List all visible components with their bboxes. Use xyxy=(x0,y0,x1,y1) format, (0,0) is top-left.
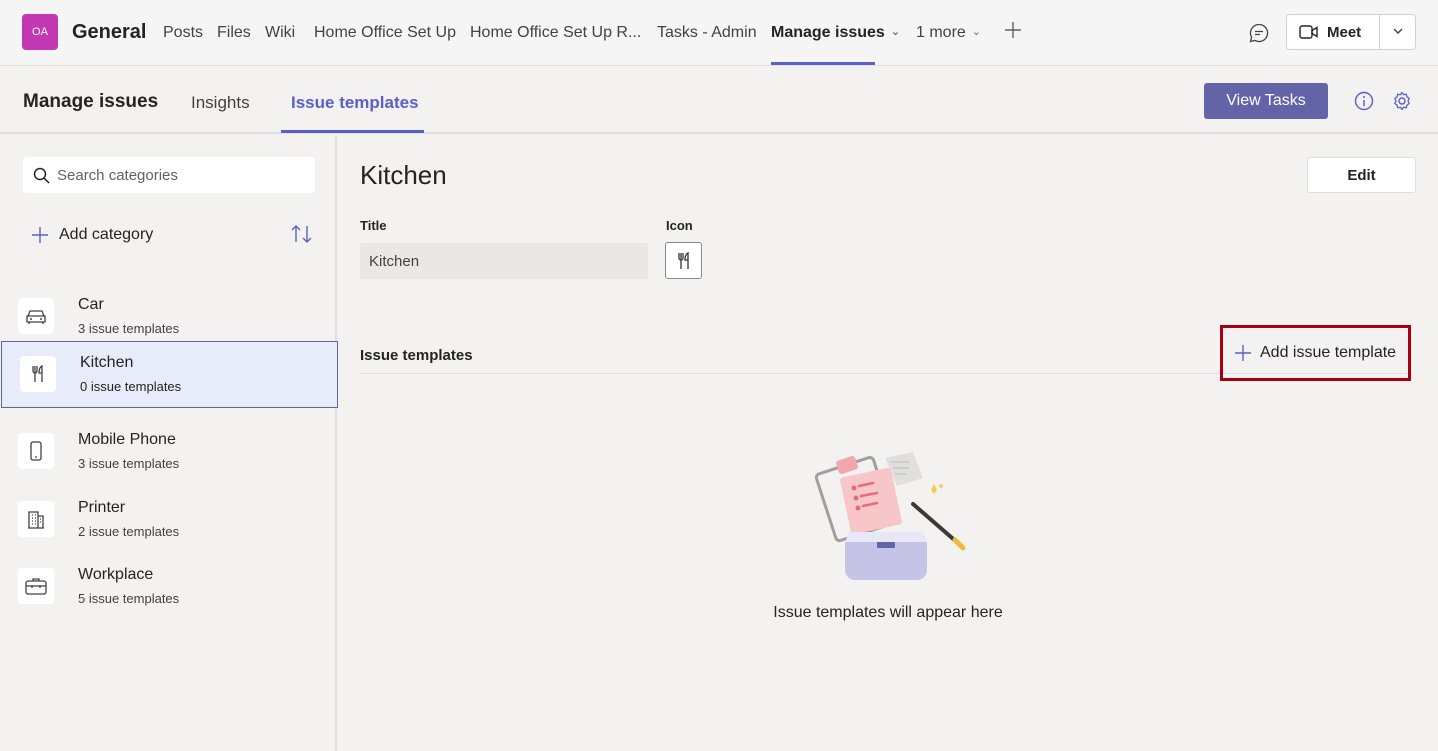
tab-manage-issues-label: Manage issues xyxy=(771,24,885,41)
gear-icon[interactable] xyxy=(1391,90,1413,112)
channel-name: General xyxy=(72,21,147,43)
active-tab-indicator xyxy=(281,130,424,133)
title-field: Kitchen xyxy=(360,243,648,279)
phone-icon xyxy=(18,433,54,469)
chevron-down-icon: ⌄ xyxy=(971,26,982,38)
category-name: Kitchen xyxy=(80,354,134,371)
category-name: Printer xyxy=(78,499,126,516)
search-icon xyxy=(33,167,50,184)
tab-files[interactable]: Files xyxy=(217,24,251,42)
app-header: Manage issues Insights Issue templates V… xyxy=(0,66,1438,134)
category-name: Car xyxy=(78,296,104,313)
category-item-printer[interactable]: Printer 2 issue templates xyxy=(0,487,337,554)
tab-more-label: 1 more xyxy=(916,24,966,41)
meet-divider xyxy=(1379,15,1380,49)
category-item-kitchen[interactable]: Kitchen 0 issue templates xyxy=(1,341,338,408)
app-title: Manage issues xyxy=(23,91,159,112)
category-item-workplace[interactable]: Workplace 5 issue templates xyxy=(0,554,337,621)
tab-tasks-admin[interactable]: Tasks - Admin xyxy=(657,24,757,42)
empty-state-text: Issue templates will appear here xyxy=(773,604,1003,621)
edit-button[interactable]: Edit xyxy=(1307,157,1416,193)
tab-insights[interactable]: Insights xyxy=(191,93,250,113)
building-icon xyxy=(18,501,54,537)
icon-field-label: Icon xyxy=(666,218,693,233)
category-item-mobile-phone[interactable]: Mobile Phone 3 issue templates xyxy=(0,419,337,486)
meet-label: Meet xyxy=(1327,24,1362,41)
add-category-label: Add category xyxy=(59,226,154,243)
title-field-label: Title xyxy=(360,218,387,233)
active-tab-indicator xyxy=(771,62,875,65)
category-count: 3 issue templates xyxy=(78,456,180,471)
category-count: 2 issue templates xyxy=(78,524,180,539)
add-issue-template-label: Add issue template xyxy=(1260,344,1397,361)
briefcase-icon xyxy=(18,568,54,604)
category-sidebar: Add category Car 3 issue templates Kitch… xyxy=(0,136,338,751)
search-box[interactable] xyxy=(23,157,315,193)
sort-icon[interactable] xyxy=(290,224,314,244)
utensils-icon xyxy=(20,356,56,392)
category-count: 3 issue templates xyxy=(78,321,180,336)
info-icon[interactable] xyxy=(1353,90,1375,112)
chevron-down-icon: ⌄ xyxy=(890,26,901,38)
video-camera-icon xyxy=(1299,25,1318,39)
add-issue-template-button[interactable]: Add issue template xyxy=(1220,325,1411,381)
tab-manage-issues[interactable]: Manage issues ⌄ xyxy=(771,24,900,42)
icon-picker[interactable] xyxy=(665,242,702,279)
plus-icon xyxy=(32,227,48,243)
chevron-down-icon[interactable] xyxy=(1391,24,1405,38)
category-title: Kitchen xyxy=(360,160,447,190)
tab-wiki[interactable]: Wiki xyxy=(265,24,295,42)
tab-home-office-set-up-r[interactable]: Home Office Set Up R... xyxy=(470,24,641,42)
view-tasks-button[interactable]: View Tasks xyxy=(1204,83,1328,119)
tab-posts[interactable]: Posts xyxy=(163,24,203,42)
channel-header: OA General Posts Files Wiki Home Office … xyxy=(0,0,1438,66)
category-count: 0 issue templates xyxy=(80,379,182,394)
plus-icon xyxy=(1235,345,1251,361)
tab-more[interactable]: 1 more ⌄ xyxy=(916,24,981,42)
tab-issue-templates[interactable]: Issue templates xyxy=(291,93,419,113)
tab-home-office-set-up[interactable]: Home Office Set Up xyxy=(314,24,456,42)
car-icon xyxy=(18,298,54,334)
add-category-button[interactable]: Add category xyxy=(31,224,153,246)
category-name: Mobile Phone xyxy=(78,431,176,448)
category-name: Workplace xyxy=(78,566,154,583)
chat-icon[interactable] xyxy=(1248,22,1270,44)
empty-state-illustration xyxy=(814,452,966,580)
team-avatar[interactable]: OA xyxy=(22,14,58,50)
issue-templates-heading: Issue templates xyxy=(360,347,473,364)
meet-button[interactable]: Meet xyxy=(1286,14,1416,50)
utensils-icon xyxy=(677,251,689,269)
add-tab-icon[interactable] xyxy=(1003,20,1023,40)
category-count: 5 issue templates xyxy=(78,591,180,606)
search-input[interactable] xyxy=(57,157,307,193)
